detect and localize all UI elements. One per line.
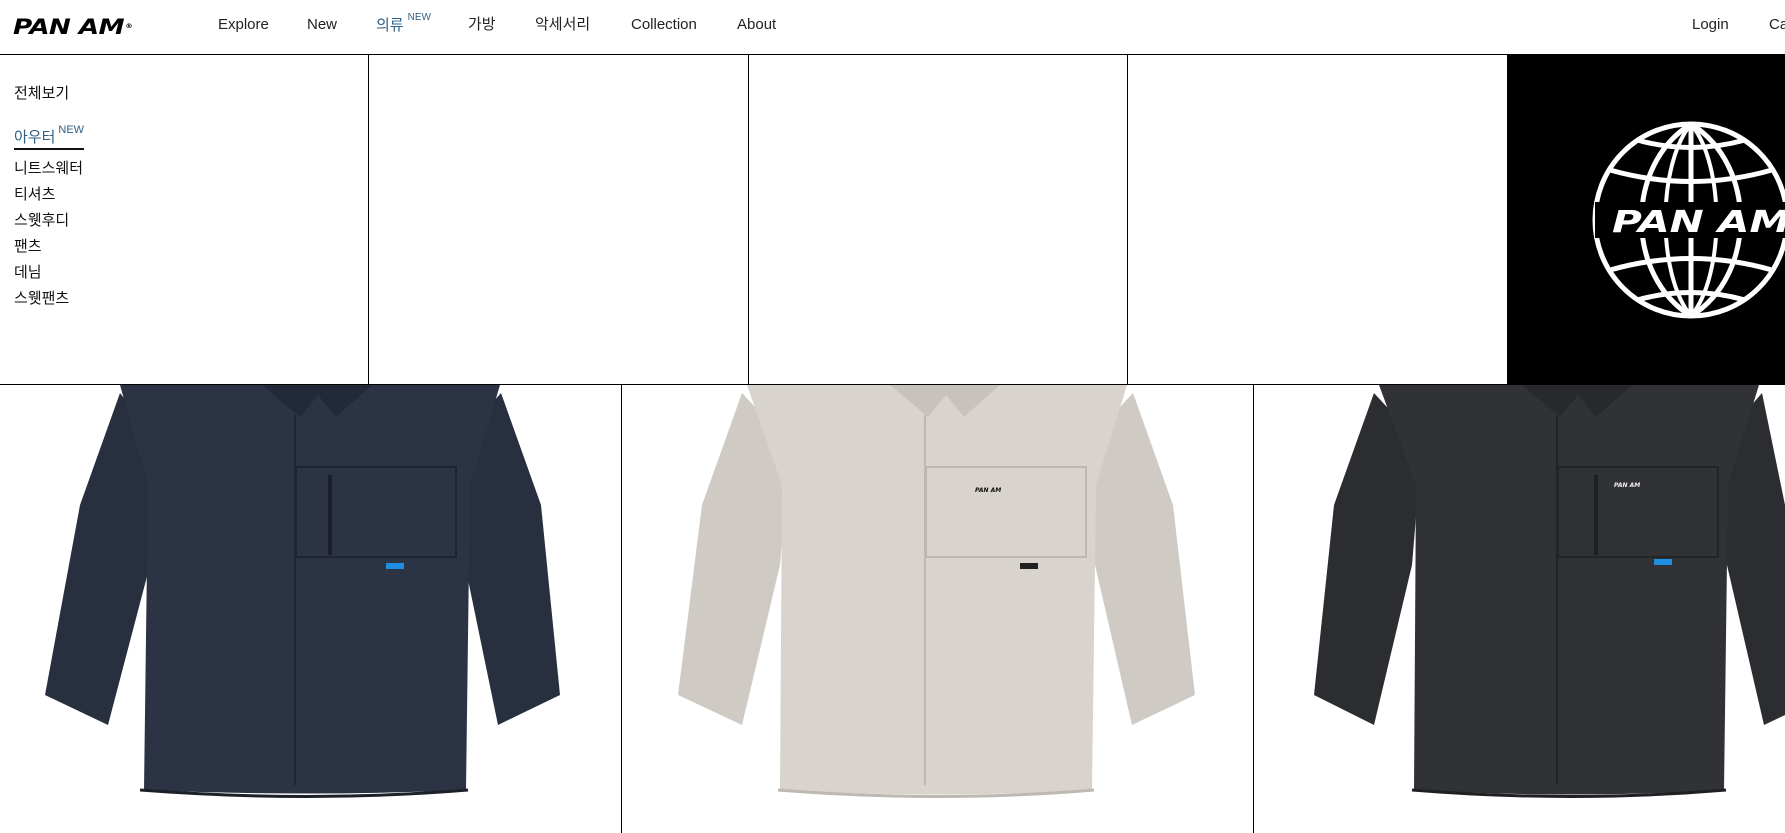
jacket-image: PAN AM bbox=[1314, 385, 1785, 798]
nav-bags[interactable]: 가방 bbox=[468, 16, 496, 34]
category-tshirt[interactable]: 티셔츠 bbox=[14, 186, 84, 204]
chest-logo: PAN AM bbox=[975, 487, 1001, 494]
category-outer[interactable]: 아우터 NEW bbox=[14, 124, 85, 150]
nav-clothing-new-badge: NEW bbox=[407, 12, 431, 23]
jacket-image bbox=[45, 385, 560, 798]
nav-about[interactable]: About bbox=[737, 16, 776, 34]
category-sweatpants[interactable]: 스웻팬츠 bbox=[14, 290, 84, 308]
product-card[interactable] bbox=[0, 385, 621, 833]
nav-collection[interactable]: Collection bbox=[631, 16, 697, 34]
menu-divider bbox=[748, 55, 749, 385]
chest-logo: PAN AM bbox=[1614, 482, 1640, 489]
category-outer-label: 아우터 bbox=[14, 129, 56, 146]
clothing-mega-menu: 전체보기 아우터 NEW 니트스웨터 티셔츠 스웻후디 팬츠 데님 스웻팬츠 P… bbox=[0, 54, 1785, 385]
product-card[interactable]: PAN AM bbox=[622, 385, 1253, 833]
nav-accessories[interactable]: 악세서리 bbox=[535, 16, 590, 34]
nav-clothing-label: 의류 bbox=[376, 17, 404, 34]
globe-logo-icon: PAN AM bbox=[1592, 121, 1785, 319]
jacket-image: PAN AM bbox=[678, 385, 1195, 798]
grid-divider bbox=[621, 385, 622, 833]
menu-divider bbox=[1127, 55, 1128, 385]
brand-logo[interactable]: PAN AM® bbox=[13, 16, 133, 38]
login-link[interactable]: Login bbox=[1692, 16, 1729, 34]
category-outer-new-badge: NEW bbox=[58, 124, 85, 136]
nav-clothing[interactable]: 의류 NEW bbox=[376, 12, 431, 35]
product-tag bbox=[1020, 563, 1038, 569]
menu-divider bbox=[368, 55, 369, 385]
category-sweat-hoodie[interactable]: 스웻후디 bbox=[14, 212, 84, 230]
cart-link[interactable]: Ca bbox=[1769, 16, 1785, 34]
category-pants[interactable]: 팬츠 bbox=[14, 238, 84, 256]
site-header: PAN AM® Explore New 의류 NEW 가방 악세서리 Collec… bbox=[0, 0, 1785, 54]
grid-divider bbox=[1253, 385, 1254, 833]
product-card[interactable]: PAN AM bbox=[1254, 385, 1785, 833]
product-tag bbox=[386, 563, 404, 569]
category-denim[interactable]: 데님 bbox=[14, 264, 84, 282]
globe-logo-text: PAN AM bbox=[1612, 205, 1785, 240]
category-view-all[interactable]: 전체보기 bbox=[14, 85, 84, 103]
nav-explore[interactable]: Explore bbox=[218, 16, 269, 34]
category-list: 전체보기 아우터 NEW 니트스웨터 티셔츠 스웻후디 팬츠 데님 스웻팬츠 bbox=[14, 85, 85, 316]
brand-globe-panel: PAN AM bbox=[1507, 55, 1785, 385]
nav-new[interactable]: New bbox=[307, 16, 337, 34]
product-tag bbox=[1654, 559, 1672, 565]
category-knit[interactable]: 니트스웨터 bbox=[14, 160, 84, 178]
